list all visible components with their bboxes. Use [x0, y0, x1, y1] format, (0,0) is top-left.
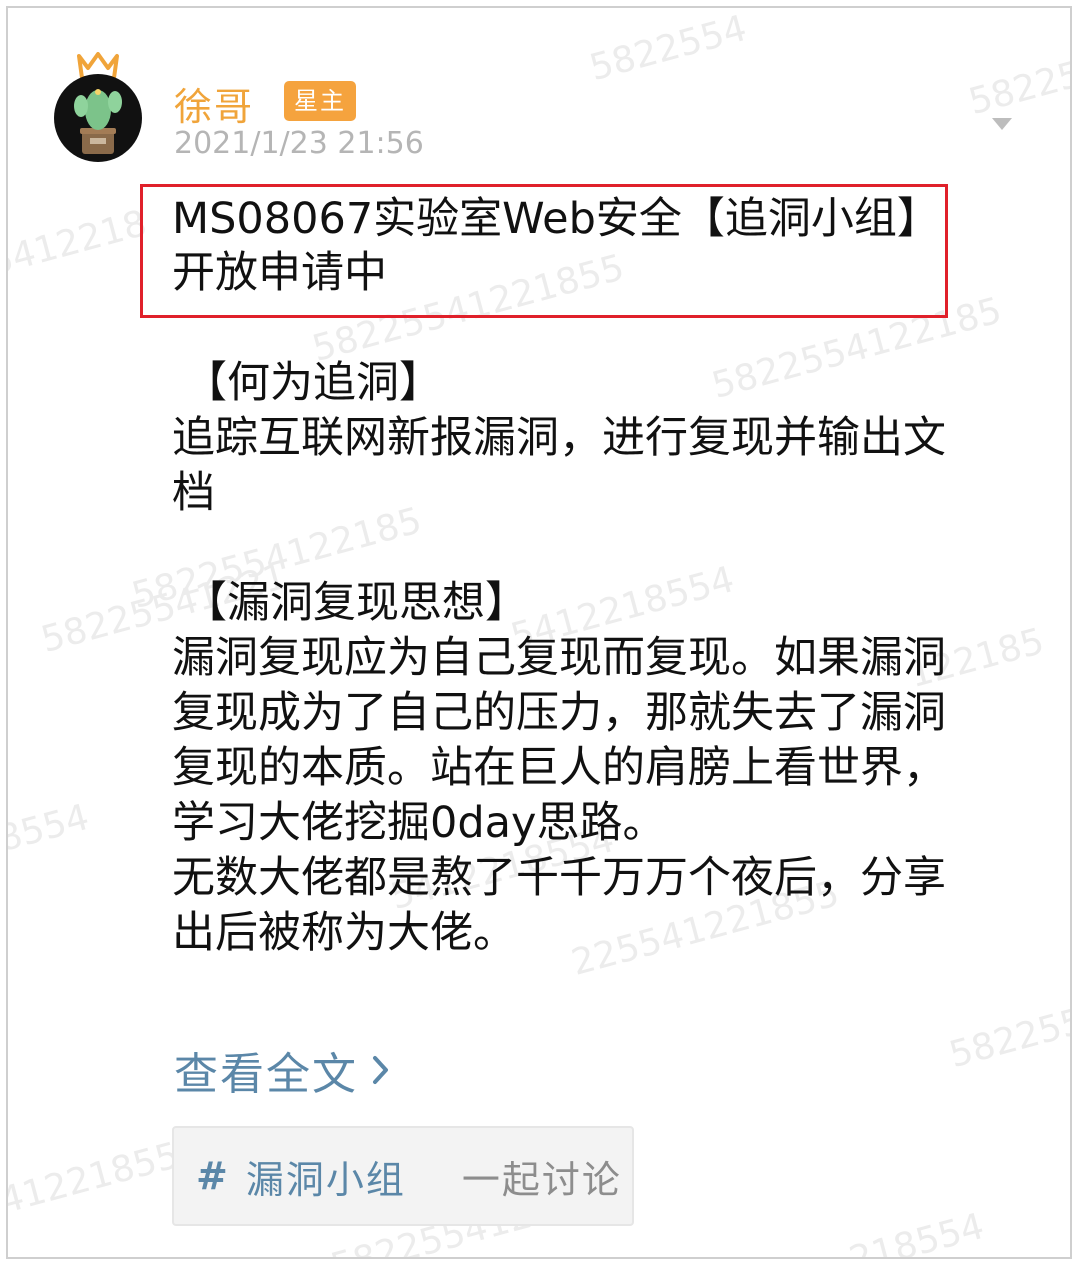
avatar: [54, 74, 142, 162]
discuss-button[interactable]: 一起讨论: [462, 1149, 622, 1204]
watermark: 5412218: [6, 202, 151, 285]
hashtag-icon: #: [196, 1154, 228, 1198]
chevron-down-icon[interactable]: [990, 116, 1014, 132]
watermark: 41221855: [6, 1134, 184, 1223]
paragraph: 无数大佬都是熬了千千万万个夜后，分享出后被称为大佬。: [172, 853, 946, 958]
read-more-label: 查看全文: [174, 1049, 358, 1100]
watermark: 8554: [6, 796, 94, 861]
read-more-link[interactable]: 查看全文: [174, 1038, 390, 1102]
topic-tag[interactable]: # 漏洞小组 一起讨论: [172, 1126, 634, 1226]
chevron-right-icon: [373, 1056, 388, 1084]
post-title: MS08067实验室Web安全【追洞小组】开放申请中: [172, 194, 940, 298]
author-avatar[interactable]: [54, 52, 144, 164]
owner-badge: 星主: [284, 81, 356, 121]
post-timestamp: 2021/1/23 21:56: [174, 126, 424, 161]
paragraph: 漏洞复现应为自己复现而复现。如果漏洞复现成为了自己的压力，那就失去了漏洞复现的本…: [172, 633, 946, 848]
section-heading: 【何为追洞】: [184, 358, 442, 408]
cactus-icon: [74, 89, 122, 154]
post-body: 【何为追洞】 追踪互联网新报漏洞，进行复现并输出文档 【漏洞复现思想】 漏洞复现…: [172, 356, 972, 961]
watermark: 218554: [845, 1205, 989, 1259]
post-card: 5822554 58225 5412218 58225541221855 582…: [6, 6, 1072, 1259]
topic-tag-label[interactable]: 漏洞小组: [246, 1149, 406, 1204]
author-name[interactable]: 徐哥: [174, 76, 254, 131]
watermark: 5822554: [585, 7, 751, 90]
watermark: 582255: [945, 1000, 1072, 1077]
paragraph: 追踪互联网新报漏洞，进行复现并输出文档: [172, 413, 946, 518]
watermark: 58225: [964, 53, 1072, 124]
section-heading: 【漏洞复现思想】: [184, 578, 528, 628]
